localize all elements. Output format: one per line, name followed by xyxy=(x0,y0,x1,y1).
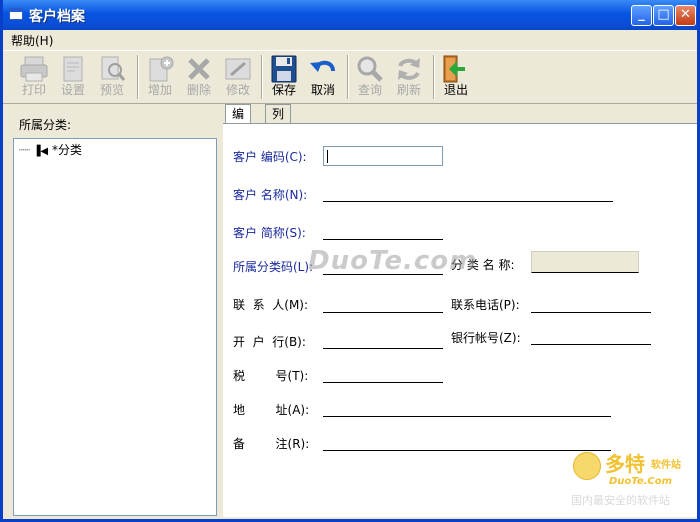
logo-domain: DuoTe.Com xyxy=(609,476,673,487)
site-logo: 多特 软件站 DuoTe.Com 国内最安全的软件站 xyxy=(569,446,697,512)
customer-code-label: 客户 编码(C): xyxy=(233,150,307,164)
exit-door-icon xyxy=(441,55,471,83)
minimize-button[interactable]: _ xyxy=(631,5,652,26)
settings-page-icon xyxy=(58,55,88,83)
remark-input[interactable] xyxy=(323,450,611,451)
maximize-button[interactable]: □ xyxy=(653,5,674,26)
tree-root-node[interactable]: ······ ▐◀ *分类 xyxy=(18,141,82,158)
preview-label: 预览 xyxy=(99,83,124,97)
tree-node-marker-icon: ▐◀ xyxy=(32,146,49,157)
magnifier-icon xyxy=(355,55,385,83)
contact-label: 联 系 人(M): xyxy=(233,298,309,312)
exit-label: 退出 xyxy=(443,83,468,97)
category-heading: 所属分类: xyxy=(19,118,72,132)
add-button[interactable]: 增加 xyxy=(141,53,179,101)
delete-label: 删除 xyxy=(186,83,211,97)
settings-button[interactable]: 设置 xyxy=(54,53,92,101)
bank-label: 开 户 行(B): xyxy=(233,335,306,349)
cancel-button[interactable]: 取消 xyxy=(304,53,342,101)
maximize-icon: □ xyxy=(657,7,670,22)
toolbar: 打印 设置 预览 增加 删除 修改 保存 取消 查询 刷新 退出 xyxy=(3,50,697,104)
print-label: 打印 xyxy=(21,83,46,97)
logo-subtitle: 软件站 xyxy=(651,460,681,471)
category-code-label: 所属分类码(L): xyxy=(233,260,314,274)
refresh-button[interactable]: 刷新 xyxy=(390,53,428,101)
add-page-icon xyxy=(145,55,175,83)
settings-label: 设置 xyxy=(60,83,85,97)
cancel-label: 取消 xyxy=(310,83,335,97)
title-bar[interactable]: 客户档案 _ □ ✕ xyxy=(3,0,697,30)
preview-button[interactable]: 预览 xyxy=(93,53,131,101)
phone-input[interactable] xyxy=(531,312,651,313)
add-label: 增加 xyxy=(147,83,172,97)
tab-list[interactable]: 列表 xyxy=(265,104,292,140)
window-icon xyxy=(9,8,23,20)
tab-edit[interactable]: 编辑 xyxy=(225,104,252,140)
save-button[interactable]: 保存 xyxy=(265,53,303,101)
app-window: 客户档案 _ □ ✕ 帮助(H) 打印 设置 预览 增加 删除 修改 保存 取消… xyxy=(0,0,700,522)
close-button[interactable]: ✕ xyxy=(675,5,696,26)
minimize-icon: _ xyxy=(638,7,645,22)
printer-icon xyxy=(19,55,49,83)
tax-label: 税 号(T): xyxy=(233,369,309,383)
query-button[interactable]: 查询 xyxy=(351,53,389,101)
watermark-text: DuoTe.com xyxy=(308,246,478,276)
address-label: 地 址(A): xyxy=(233,403,310,417)
mascot-icon xyxy=(573,452,601,480)
window-title: 客户档案 xyxy=(29,9,85,25)
edit-button[interactable]: 修改 xyxy=(219,53,257,101)
floppy-disk-icon xyxy=(269,55,299,83)
contact-input[interactable] xyxy=(323,312,443,313)
refresh-label: 刷新 xyxy=(396,83,421,97)
tree-root-label: *分类 xyxy=(51,143,82,157)
print-button[interactable]: 打印 xyxy=(15,53,53,101)
undo-arrow-icon xyxy=(308,55,338,83)
remark-label: 备 注(R): xyxy=(233,437,310,451)
query-label: 查询 xyxy=(357,83,382,97)
logo-title: 多特 xyxy=(605,452,645,476)
category-panel: 所属分类: ······ ▐◀ *分类 xyxy=(11,106,219,516)
edit-pencil-icon xyxy=(223,55,253,83)
preview-icon xyxy=(97,55,127,83)
delete-button[interactable]: 删除 xyxy=(180,53,218,101)
close-icon: ✕ xyxy=(680,7,691,22)
category-tree[interactable]: ······ ▐◀ *分类 xyxy=(13,138,217,516)
save-label: 保存 xyxy=(271,83,296,97)
refresh-arrows-icon xyxy=(394,55,424,83)
menu-bar: 帮助(H) xyxy=(3,30,697,50)
category-name-field xyxy=(531,251,639,273)
address-input[interactable] xyxy=(323,416,611,417)
phone-label: 联系电话(P): xyxy=(451,298,520,312)
tax-input[interactable] xyxy=(323,382,443,383)
edit-label: 修改 xyxy=(225,83,250,97)
text-caret xyxy=(327,150,328,163)
menu-help[interactable]: 帮助(H) xyxy=(11,32,53,49)
tree-connector: ······ xyxy=(18,143,31,157)
logo-tagline: 国内最安全的软件站 xyxy=(571,494,670,507)
customer-short-input[interactable] xyxy=(323,239,443,240)
bank-input[interactable] xyxy=(323,348,443,349)
customer-name-input[interactable] xyxy=(323,201,613,202)
account-label: 银行帐号(Z): xyxy=(451,331,521,345)
customer-name-label: 客户 名称(N): xyxy=(233,188,308,202)
exit-button[interactable]: 退出 xyxy=(437,53,475,101)
delete-x-icon xyxy=(184,55,214,83)
customer-short-label: 客户 简称(S): xyxy=(233,226,306,240)
account-input[interactable] xyxy=(531,344,651,345)
customer-code-input[interactable] xyxy=(323,146,443,166)
